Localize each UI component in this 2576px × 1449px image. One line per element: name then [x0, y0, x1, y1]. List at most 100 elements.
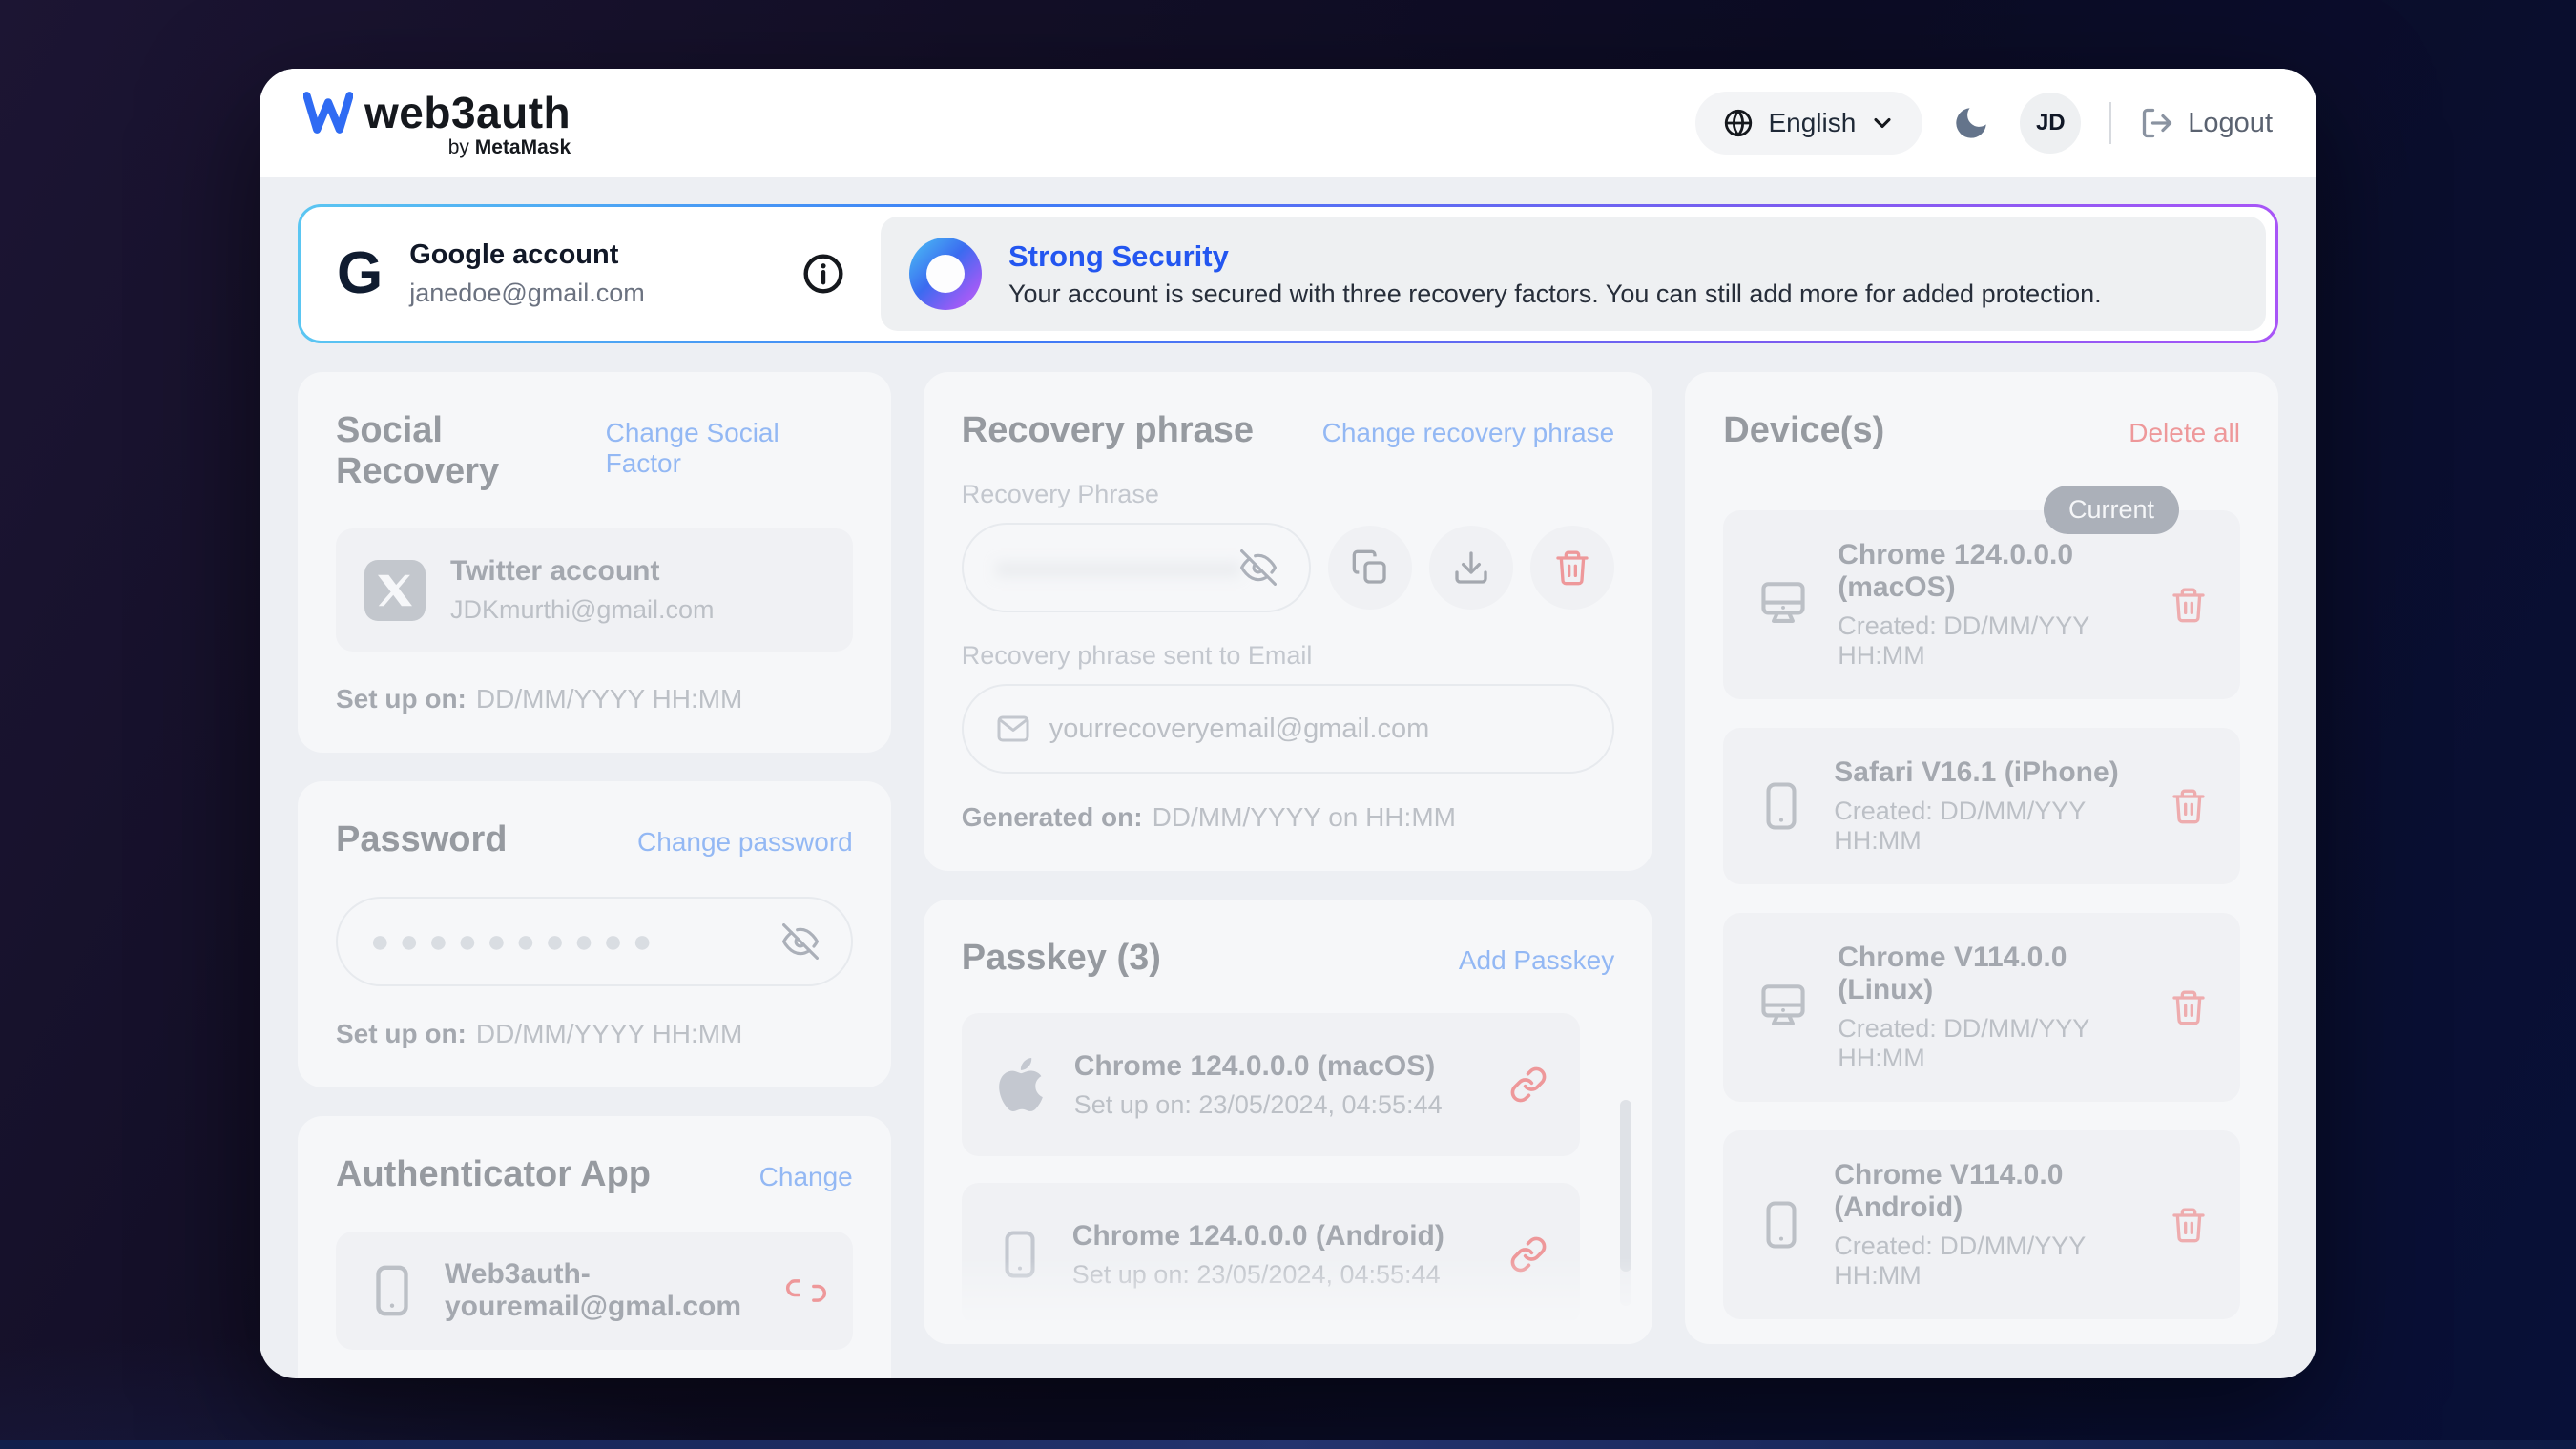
device-name: Safari V16.1 (iPhone) — [1834, 756, 2143, 789]
authenticator-email: Web3auth-youremail@gmal.com — [445, 1258, 763, 1323]
recovery-email-value: yourrecoveryemail@gmail.com — [1049, 714, 1430, 745]
account-email: janedoe@gmail.com — [409, 279, 645, 308]
phone-icon — [994, 1229, 1046, 1280]
trash-icon[interactable] — [2170, 1206, 2208, 1244]
desktop-icon — [1755, 577, 1811, 632]
security-status-description: Your account is secured with three recov… — [1008, 279, 2102, 309]
bottom-glow-strip — [0, 1440, 2576, 1449]
password-masked-value: ●●●●●●●●●● — [370, 923, 782, 961]
trash-icon[interactable] — [2170, 988, 2208, 1026]
password-field[interactable]: ●●●●●●●●●● — [336, 897, 853, 986]
copy-phrase-button[interactable] — [1328, 526, 1412, 610]
copy-icon — [1351, 549, 1389, 587]
add-passkey-link[interactable]: Add Passkey — [1459, 945, 1614, 976]
device-meta: Created: DD/MM/YYY HH:MM — [1838, 611, 2143, 671]
delete-all-link[interactable]: Delete all — [2129, 418, 2240, 448]
apple-icon — [994, 1058, 1048, 1111]
recovery-phrase-card: Recovery phrase Change recovery phrase R… — [924, 372, 1653, 871]
change-recovery-phrase-link[interactable]: Change recovery phrase — [1322, 418, 1615, 448]
chevron-down-icon — [1869, 110, 1896, 136]
trash-icon — [1553, 549, 1591, 587]
trash-icon[interactable] — [2170, 586, 2208, 624]
social-recovery-title: Social Recovery — [336, 410, 606, 492]
security-status-title: Strong Security — [1008, 239, 2102, 274]
password-card: Password Change password ●●●●●●●●●● Set … — [298, 781, 891, 1087]
eye-off-icon[interactable] — [1240, 549, 1277, 586]
passkey-row: Chrome 124.0.0.0 (macOS) Set up on: 23/0… — [962, 1013, 1581, 1156]
authenticator-card: Authenticator App Change Web3auth-yourem… — [298, 1116, 891, 1378]
header-divider — [2109, 102, 2111, 144]
trash-icon[interactable] — [2170, 787, 2208, 825]
passkey-name: Chrome 124.0.0.0 (Android) — [1072, 1220, 1484, 1252]
device-name: Chrome V114.0.0 (Android) — [1834, 1159, 2143, 1224]
logo-text: web3auth — [364, 87, 571, 138]
web3auth-logo-icon — [303, 91, 353, 135]
phone-icon — [1755, 1199, 1807, 1251]
security-status: Strong Security Your account is secured … — [881, 217, 2266, 331]
info-icon[interactable] — [802, 253, 844, 295]
account-title: Google account — [409, 239, 645, 271]
download-icon — [1452, 549, 1490, 587]
recovery-phrase-label: Recovery Phrase — [962, 480, 1615, 509]
logout-label: Logout — [2188, 108, 2273, 139]
passkey-meta: Set up on: 23/05/2024, 04:55:44 — [1072, 1260, 1484, 1290]
device-meta: Created: DD/MM/YYY HH:MM — [1834, 797, 2143, 856]
google-icon: G — [337, 244, 383, 303]
device-name: Chrome V114.0.0 (Linux) — [1838, 942, 2143, 1006]
logout-icon — [2140, 106, 2174, 140]
x-twitter-icon — [364, 560, 426, 621]
avatar[interactable]: JD — [2020, 93, 2081, 154]
security-ring-icon — [909, 238, 982, 310]
mail-icon — [996, 712, 1030, 746]
authenticator-change-link[interactable]: Change — [759, 1162, 853, 1192]
recovery-phrase-obscured-value: xxxxxxxxxxxxxxxxxxx — [996, 553, 1241, 583]
device-meta: Created: DD/MM/YYY HH:MM — [1834, 1232, 2143, 1291]
change-password-link[interactable]: Change password — [637, 827, 853, 858]
eye-off-icon[interactable] — [782, 923, 819, 960]
unlink-icon[interactable] — [788, 1273, 824, 1309]
password-title: Password — [336, 819, 508, 860]
passkey-scrollbar[interactable] — [1620, 1100, 1631, 1306]
main-window: web3auth by MetaMask English JD Logout — [260, 69, 2316, 1378]
passkey-row: Chrome 124.0.0.0 (Android) Set up on: 23… — [962, 1183, 1581, 1326]
download-phrase-button[interactable] — [1429, 526, 1513, 610]
social-recovery-card: Social Recovery Change Social Factor Twi… — [298, 372, 891, 753]
passkey-name: Chrome 124.0.0.0 (macOS) — [1074, 1050, 1484, 1083]
social-setup-on: Set up on:DD/MM/YYYY HH:MM — [336, 684, 853, 714]
passkey-card: Passkey (3) Add Passkey Chrome 124.0.0.0… — [924, 900, 1653, 1344]
recovery-email-label: Recovery phrase sent to Email — [962, 641, 1615, 671]
device-row: Safari V16.1 (iPhone) Created: DD/MM/YYY… — [1723, 728, 2240, 884]
logout-button[interactable]: Logout — [2140, 106, 2273, 140]
logo-subtitle: by MetaMask — [448, 136, 571, 159]
avatar-initials: JD — [2036, 110, 2066, 136]
twitter-account-label: Twitter account — [450, 555, 714, 588]
recovery-phrase-field[interactable]: xxxxxxxxxxxxxxxxxxx — [962, 523, 1312, 612]
twitter-account-email: JDKmurthi@gmail.com — [450, 595, 714, 625]
device-row: Chrome V114.0.0 (Android) Created: DD/MM… — [1723, 1130, 2240, 1319]
devices-card: Device(s) Delete all Current Chrome 124.… — [1685, 372, 2278, 1344]
generated-on: Generated on:DD/MM/YYYY on HH:MM — [962, 802, 1615, 833]
google-account-summary: G Google account janedoe@gmail.com — [301, 207, 797, 341]
device-row: Chrome V114.0.0 (Linux) Created: DD/MM/Y… — [1723, 913, 2240, 1102]
current-device-badge: Current — [2044, 486, 2179, 534]
recovery-phrase-title: Recovery phrase — [962, 410, 1254, 451]
passkey-meta: Set up on: 23/05/2024, 04:55:44 — [1074, 1090, 1484, 1120]
phone-icon — [364, 1263, 420, 1318]
authenticator-tile: Web3auth-youremail@gmal.com — [336, 1232, 853, 1350]
account-security-banner: G Google account janedoe@gmail.com Stron… — [298, 204, 2278, 343]
delete-phrase-button[interactable] — [1530, 526, 1614, 610]
language-selector[interactable]: English — [1695, 92, 1922, 155]
link-icon[interactable] — [1509, 1066, 1548, 1104]
dark-mode-toggle-moon-icon[interactable] — [1951, 103, 1991, 143]
passkey-title: Passkey (3) — [962, 938, 1161, 979]
change-social-factor-link[interactable]: Change Social Factor — [606, 418, 853, 479]
desktop-icon — [1755, 980, 1811, 1035]
globe-icon — [1722, 107, 1755, 139]
header: web3auth by MetaMask English JD Logout — [260, 69, 2316, 177]
device-name: Chrome 124.0.0.0 (macOS) — [1838, 539, 2143, 604]
phone-icon — [1755, 780, 1807, 832]
authenticator-title: Authenticator App — [336, 1154, 651, 1195]
recovery-email-field[interactable]: yourrecoveryemail@gmail.com — [962, 684, 1615, 774]
device-row: Current Chrome 124.0.0.0 (macOS) Created… — [1723, 510, 2240, 699]
link-icon[interactable] — [1509, 1235, 1548, 1273]
